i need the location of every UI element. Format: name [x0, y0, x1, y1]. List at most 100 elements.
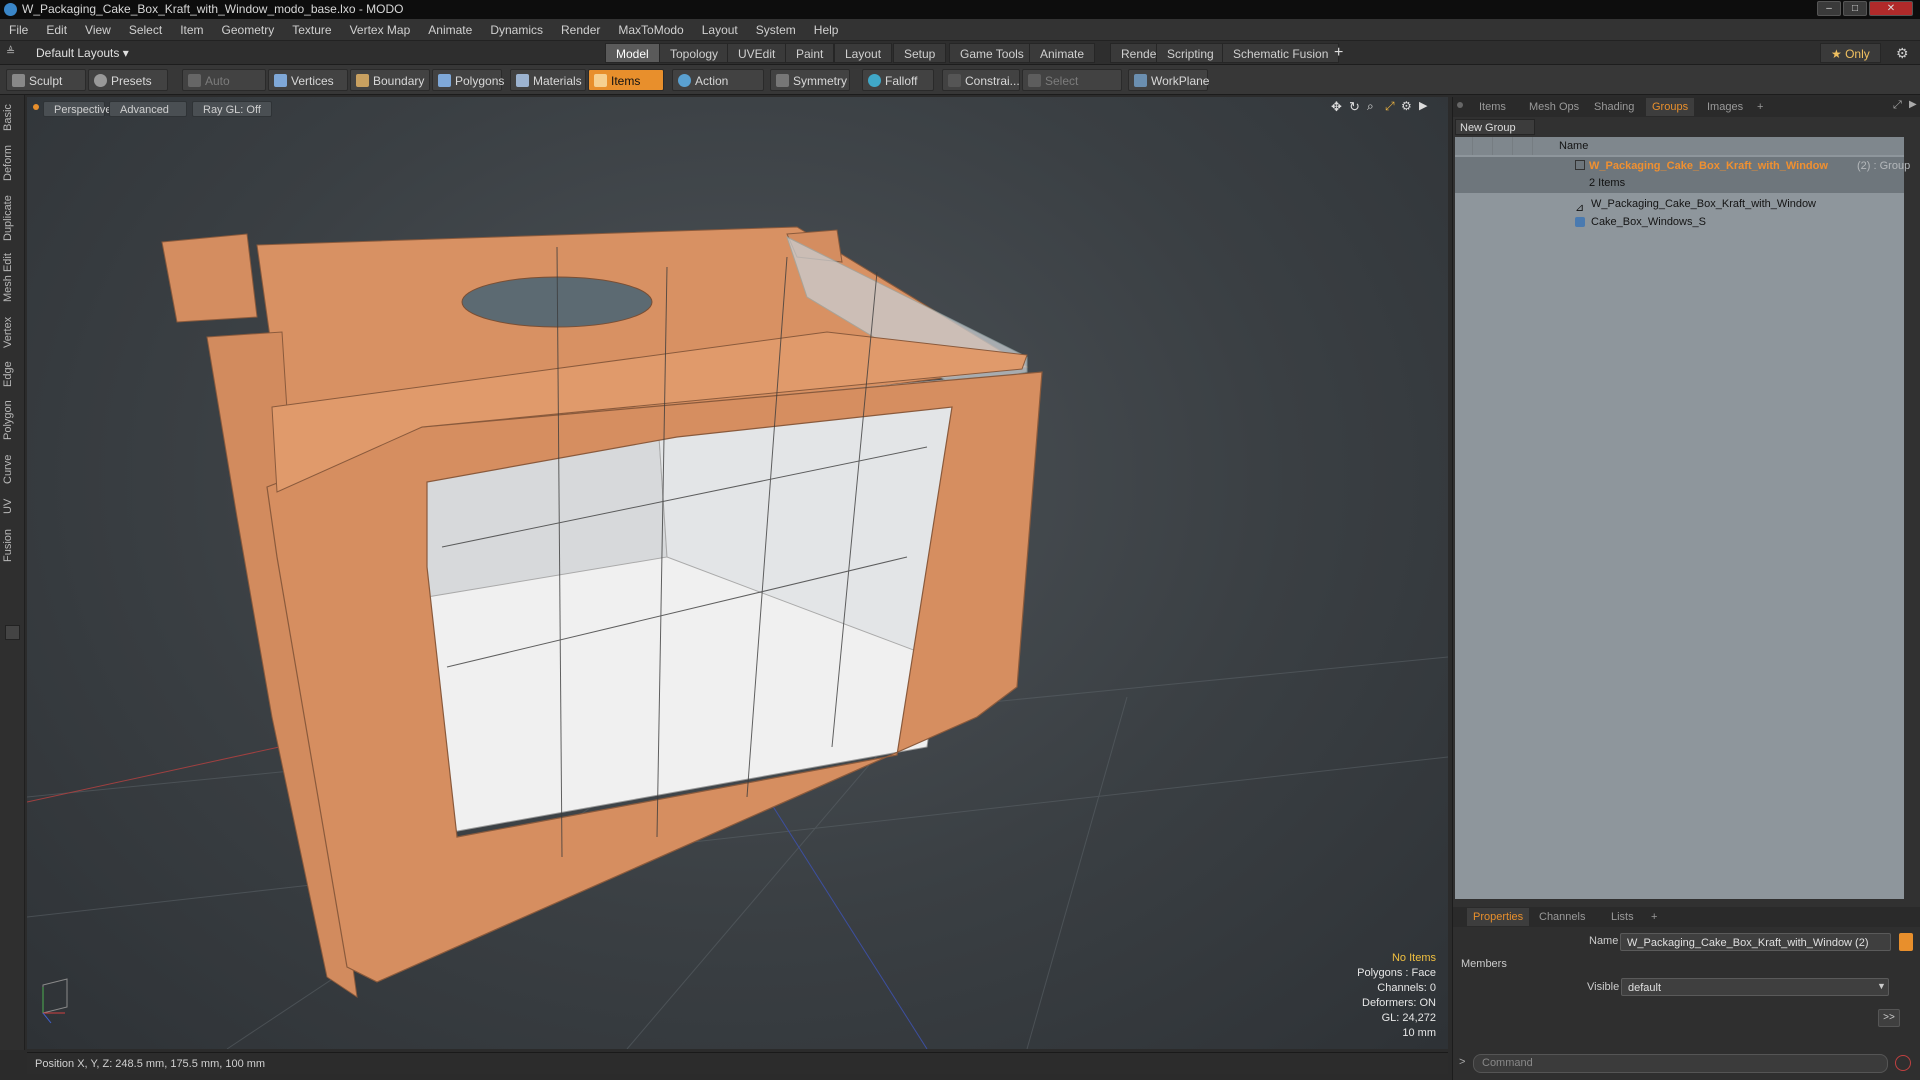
add-properties-tab-button[interactable]: + [1645, 908, 1663, 926]
layout-collapse-icon[interactable]: ≜ [6, 46, 18, 58]
tab-model[interactable]: Model [605, 43, 660, 63]
symmetry-button[interactable]: Symmetry [770, 69, 850, 91]
vtab-mesh-edit[interactable]: Mesh Edit [2, 253, 22, 303]
tab-properties[interactable]: Properties [1467, 908, 1530, 926]
group-suffix: (2) : Group [1857, 160, 1911, 172]
vtab-polygon[interactable]: Polygon [2, 397, 22, 443]
polygons-button[interactable]: Polygons [432, 69, 504, 91]
rotate-icon[interactable]: ↻ [1349, 99, 1360, 115]
viewport-settings-icon[interactable]: ⚙ [1401, 99, 1412, 113]
list-item[interactable]: Cake_Box_Windows_S [1455, 213, 1904, 231]
tab-lists[interactable]: Lists [1605, 908, 1640, 926]
fit-view-icon[interactable]: ⤢ [1385, 99, 1395, 114]
vtab-basic[interactable]: Basic [2, 103, 22, 133]
falloff-button[interactable]: Falloff [862, 69, 934, 91]
tab-setup[interactable]: Setup [893, 43, 947, 63]
vtab-deform[interactable]: Deform [2, 143, 22, 183]
tab-channels[interactable]: Channels [1533, 908, 1591, 926]
tab-schematic-fusion[interactable]: Schematic Fusion [1222, 43, 1340, 63]
viewport-menu-dot[interactable] [33, 104, 39, 110]
expand-members-button[interactable]: >> [1878, 1009, 1900, 1027]
vtab-vertex[interactable]: Vertex [2, 313, 22, 351]
tab-uvedit[interactable]: UVEdit [727, 43, 787, 63]
record-macro-icon[interactable] [1895, 1055, 1911, 1071]
minimize-button[interactable]: – [1817, 1, 1841, 16]
workplane-button[interactable]: WorkPlane [1128, 69, 1209, 91]
menu-system[interactable]: System [747, 19, 805, 41]
viewport-expand-icon[interactable]: ▶ [1419, 99, 1427, 112]
list-item[interactable]: ⊿ W_Packaging_Cake_Box_Kraft_with_Window [1455, 195, 1904, 214]
new-group-button[interactable]: New Group [1455, 119, 1535, 135]
menu-geometry[interactable]: Geometry [213, 19, 284, 41]
action-center-button[interactable]: Action Center [672, 69, 764, 110]
menu-animate[interactable]: Animate [419, 19, 481, 41]
menu-help[interactable]: Help [805, 19, 848, 41]
menu-file[interactable]: File [0, 19, 37, 41]
menu-render[interactable]: Render [552, 19, 609, 41]
presets-button[interactable]: Presets [88, 69, 168, 91]
default-layouts-menu[interactable]: Default Layouts ▾ [36, 43, 129, 63]
zoom-icon[interactable]: ⌕ [1367, 99, 1374, 114]
tab-shading[interactable]: Shading [1588, 98, 1640, 116]
group-row-selected[interactable]: W_Packaging_Cake_Box_Kraft_with_Window (… [1455, 157, 1910, 193]
gear-icon[interactable]: ⚙ [1896, 45, 1909, 62]
add-panel-tab-button[interactable]: + [1751, 98, 1769, 116]
tab-layout[interactable]: Layout [834, 43, 893, 63]
name-options-button[interactable] [1899, 933, 1913, 951]
vtab-edge[interactable]: Edge [2, 359, 22, 389]
only-toggle[interactable]: ★ Only [1820, 43, 1881, 63]
menu-texture[interactable]: Texture [283, 19, 340, 41]
viewport-scene[interactable] [27, 97, 1448, 1049]
menu-dynamics[interactable]: Dynamics [481, 19, 552, 41]
panel-maximize-icon[interactable]: ⤢ [1893, 99, 1902, 112]
select-through-button[interactable]: Select Through [1022, 69, 1122, 110]
tab-groups[interactable]: Groups [1646, 98, 1695, 116]
command-input[interactable]: Command [1473, 1054, 1888, 1073]
menu-edit[interactable]: Edit [37, 19, 76, 41]
vtab-uv[interactable]: UV [2, 495, 22, 517]
tab-items[interactable]: Items [1473, 98, 1512, 116]
name-field[interactable]: W_Packaging_Cake_Box_Kraft_with_Window (… [1620, 933, 1891, 951]
maximize-button[interactable]: □ [1843, 1, 1867, 16]
item-cube-icon [594, 74, 607, 87]
tab-game-tools[interactable]: Game Tools [949, 43, 1035, 63]
channels-info: Channels: 0 [1377, 982, 1436, 994]
boundary-button[interactable]: Boundary [350, 69, 430, 91]
members-section[interactable]: Members [1461, 958, 1507, 970]
view-mode-button[interactable]: Perspective [43, 101, 111, 117]
close-button[interactable]: ✕ [1869, 1, 1913, 16]
vtab-duplicate[interactable]: Duplicate [2, 193, 22, 243]
visible-dropdown[interactable]: default [1621, 978, 1889, 996]
tab-animate[interactable]: Animate [1029, 43, 1096, 63]
shading-mode-button[interactable]: Advanced [109, 101, 187, 117]
pan-icon[interactable]: ✥ [1331, 99, 1342, 115]
3d-viewport[interactable]: Perspective Advanced Ray GL: Off ✥ ↻ ⌕ ⤢… [27, 97, 1448, 1049]
group-name: W_Packaging_Cake_Box_Kraft_with_Window [1589, 160, 1828, 172]
vertex-icon [274, 74, 287, 87]
sculpt-button[interactable]: Sculpt [6, 69, 86, 91]
vtab-fusion[interactable]: Fusion [2, 525, 22, 565]
items-button[interactable]: Items [588, 69, 664, 91]
panel-menu-dot[interactable] [1457, 102, 1463, 108]
constraints-button[interactable]: Constrai... [942, 69, 1020, 91]
menu-layout[interactable]: Layout [693, 19, 747, 41]
panel-expand-icon[interactable]: ▶ [1909, 99, 1917, 110]
add-tab-button[interactable]: + [1334, 43, 1343, 63]
menu-vertex-map[interactable]: Vertex Map [341, 19, 420, 41]
tab-scripting[interactable]: Scripting [1156, 43, 1225, 63]
auto-select-button[interactable]: Auto Select [182, 69, 266, 110]
tab-paint[interactable]: Paint [785, 43, 835, 63]
menu-item[interactable]: Item [171, 19, 212, 41]
raygl-toggle[interactable]: Ray GL: Off [192, 101, 272, 117]
menu-maxtomodo[interactable]: MaxToModo [609, 19, 692, 41]
tab-topology[interactable]: Topology [659, 43, 730, 63]
materials-button[interactable]: Materials [510, 69, 586, 91]
chevron-down-icon[interactable]: ▼ [1877, 981, 1886, 991]
palette-toggle-button[interactable] [5, 625, 20, 640]
menu-select[interactable]: Select [120, 19, 171, 41]
vertices-button[interactable]: Vertices 1 [268, 69, 348, 110]
tab-images[interactable]: Images [1701, 98, 1749, 116]
vtab-curve[interactable]: Curve [2, 451, 22, 487]
tab-mesh-ops[interactable]: Mesh Ops [1523, 98, 1585, 116]
menu-view[interactable]: View [76, 19, 120, 41]
